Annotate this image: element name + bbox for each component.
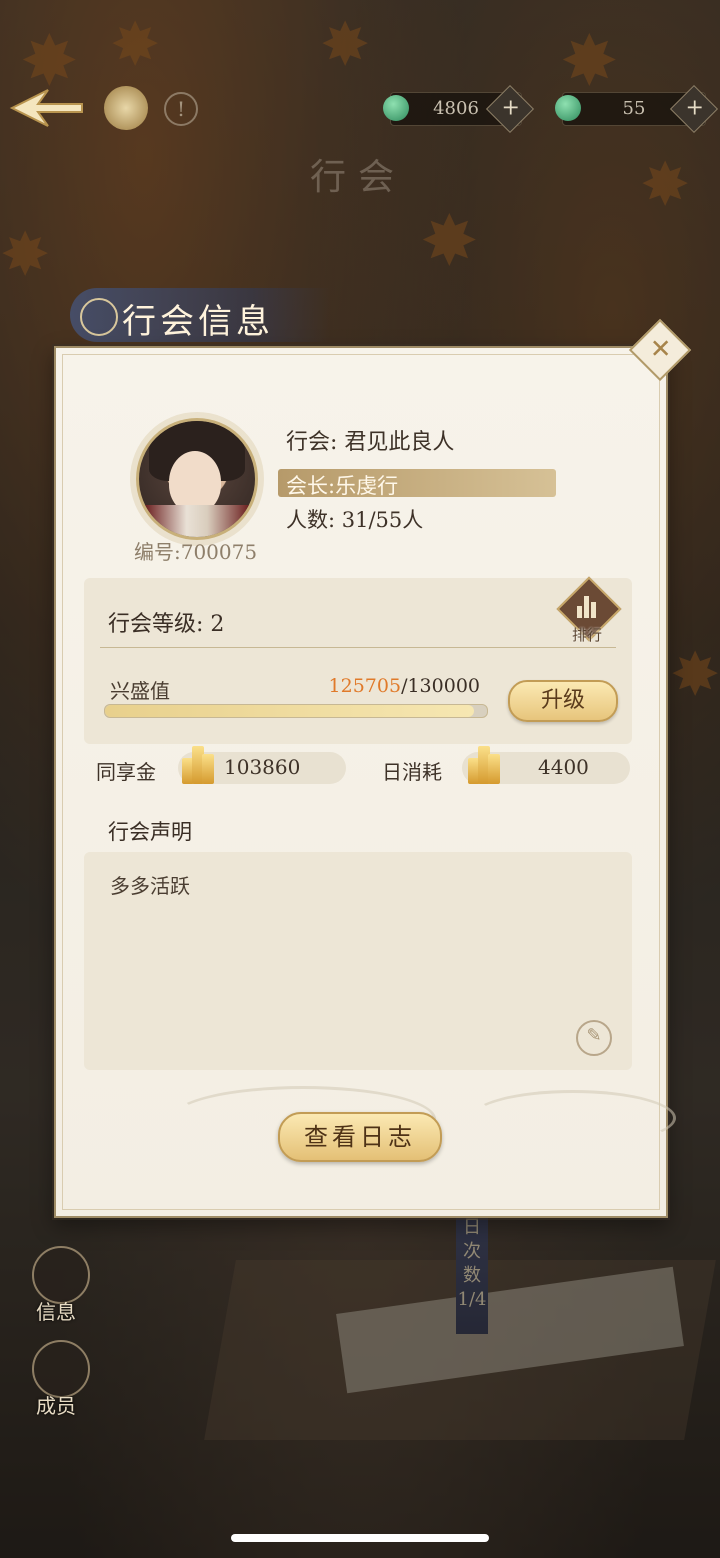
plus-icon: + [501,95,520,121]
prosperity-label: 兴盛值 [110,679,170,703]
side-nav-members-label: 成员 [36,1394,76,1418]
cloud-decoration [470,1090,676,1146]
prosperity-current: 125705 [328,675,402,697]
guild-leader-avatar[interactable] [136,418,258,540]
close-icon: ✕ [649,334,672,365]
ranking-label: 排行 [571,626,602,644]
daily-cost-value: 4400 [538,755,589,779]
flower-emblem-icon [80,298,118,336]
resource-currency-1: 4806 + [383,84,535,134]
resource-1-value: 4806 [433,98,479,119]
guild-name: 行会: 君见此良人 [286,430,455,455]
shared-gold-label: 同享金 [96,760,156,784]
divider [100,647,616,648]
side-nav-info-label: 信息 [36,1300,76,1324]
avatar-robe [145,505,249,537]
guild-leader: 会长:乐虔行 [286,474,399,498]
prosperity-value: 125705/130000 [329,675,480,697]
page-title: 行会 [310,157,407,198]
resource-2-value: 55 [622,98,646,119]
guild-level: 行会等级: 2 [108,612,225,637]
plus-icon: + [685,95,704,121]
resource-currency-2: 55 + [555,84,719,134]
avatar-face [169,451,221,513]
prosperity-progress-fill [105,705,475,717]
ranking-icon [577,594,597,618]
gold-ingot-icon [466,744,500,784]
daily-cost-label: 日消耗 [382,760,442,784]
shared-gold-value: 103860 [224,755,301,779]
guild-emblem-icon[interactable] [104,86,148,130]
prosperity-max: /130000 [401,675,480,697]
view-log-button[interactable]: 查看日志 [278,1112,442,1162]
help-icon[interactable]: ! [164,92,198,126]
prosperity-progress-bar [104,704,488,718]
panel-title: 行会信息 [122,302,274,342]
declaration-text: 多多活跃 [110,874,190,898]
jade-gem-icon [555,95,581,121]
ranking-button[interactable]: 排行 [556,576,622,646]
panel-header: 行会信息 [70,288,370,342]
back-arrow-icon[interactable] [8,84,84,132]
upgrade-button[interactable]: 升级 [508,680,618,722]
jade-coin-icon [383,95,409,121]
guild-id: 编号:700075 [134,540,258,564]
edit-declaration-icon[interactable]: ✎ [576,1020,612,1056]
declaration-title: 行会声明 [108,820,192,844]
gold-ingot-icon [180,744,214,784]
home-indicator[interactable] [231,1534,489,1542]
member-count: 人数: 31/55人 [286,508,424,532]
